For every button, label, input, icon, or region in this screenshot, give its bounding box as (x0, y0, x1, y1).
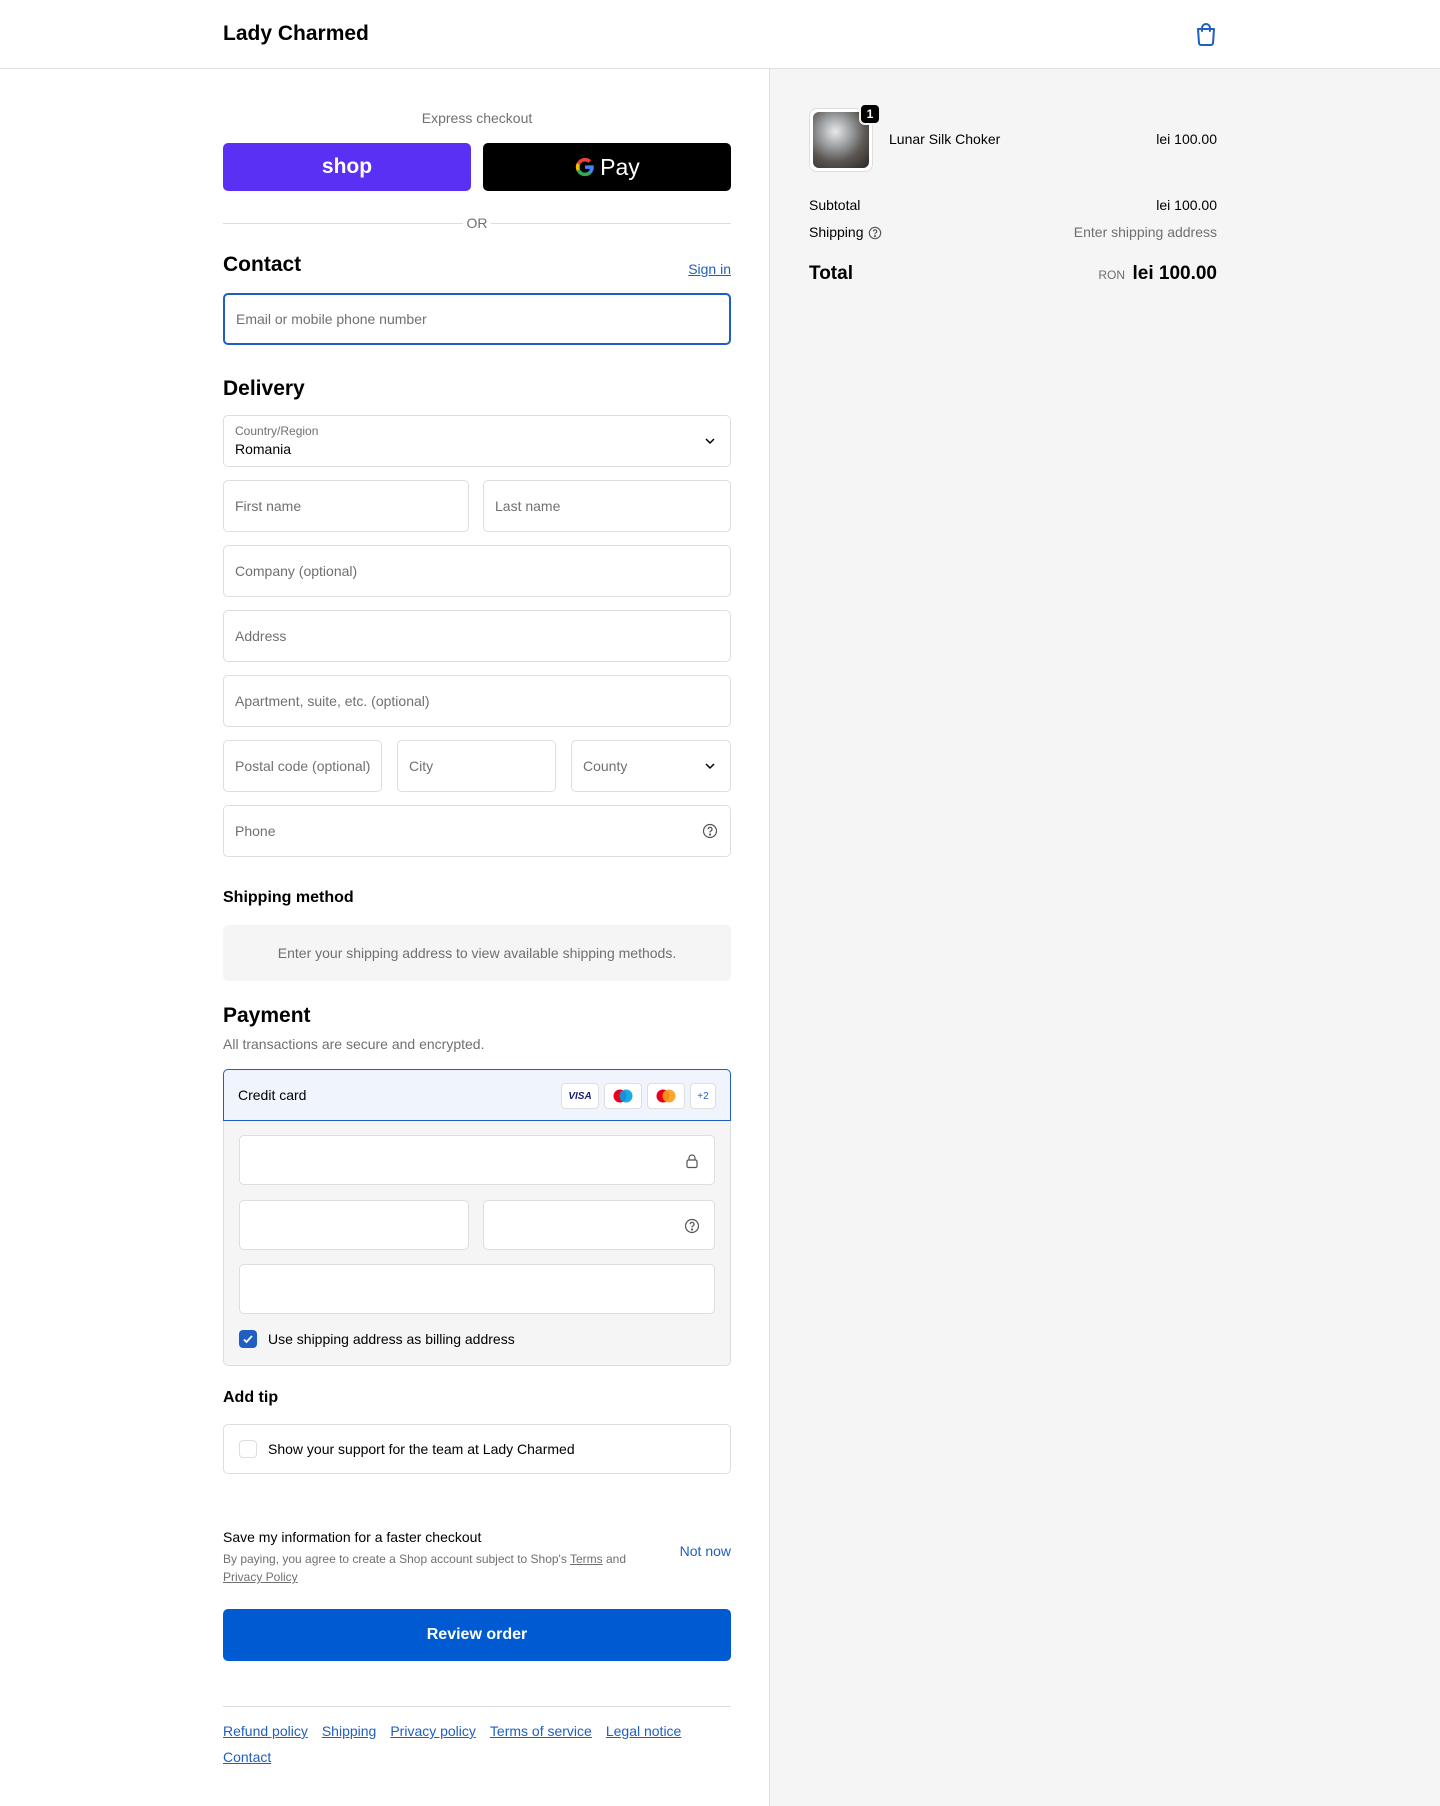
review-order-button[interactable]: Review order (223, 1609, 731, 1661)
visa-icon: VISA (561, 1083, 599, 1109)
refund-policy-link[interactable]: Refund policy (223, 1722, 308, 1740)
tip-option[interactable]: Show your support for the team at Lady C… (223, 1424, 731, 1474)
card-number-field[interactable] (239, 1135, 715, 1185)
county-placeholder: County (583, 758, 628, 774)
total-label: Total (809, 263, 853, 284)
more-cards-badge: +2 (690, 1083, 716, 1109)
chevron-down-icon (705, 438, 715, 445)
google-pay-button[interactable]: Pay (483, 143, 731, 191)
apartment-field[interactable]: Apartment, suite, etc. (optional) (223, 675, 731, 727)
shop-pay-label: shop (321, 155, 373, 178)
google-g-icon (576, 157, 594, 177)
city-field[interactable]: City (397, 740, 556, 792)
shipping-method-heading: Shipping method (223, 889, 354, 906)
country-select[interactable]: Country/Region Romania (223, 415, 731, 467)
or-label: OR (466, 215, 488, 231)
product-name: Lunar Silk Choker (889, 131, 1001, 147)
footer-divider (223, 1706, 731, 1707)
credit-card-label: Credit card (238, 1087, 307, 1103)
apartment-placeholder: Apartment, suite, etc. (optional) (235, 693, 430, 709)
checkmark-icon (243, 1335, 253, 1344)
currency-code: RON (1098, 268, 1125, 282)
add-tip-heading: Add tip (223, 1389, 279, 1406)
city-placeholder: City (409, 758, 434, 774)
legal-notice-link[interactable]: Legal notice (606, 1722, 682, 1740)
footer-links: Refund policy Shipping Privacy policy Te… (223, 1722, 731, 1766)
help-circle-icon[interactable] (684, 1218, 700, 1234)
name-on-card-field[interactable] (239, 1264, 715, 1314)
phone-field[interactable]: Phone (223, 805, 731, 857)
privacy-policy-link[interactable]: Privacy policy (390, 1722, 476, 1740)
mastercard-icon (647, 1083, 685, 1109)
or-divider: OR (223, 215, 731, 231)
email-field[interactable]: Email or mobile phone number (223, 293, 731, 345)
total-value: lei 100.00 (1132, 263, 1217, 284)
shipping-method-notice: Enter your shipping address to view avai… (223, 925, 731, 981)
company-placeholder: Company (optional) (235, 563, 358, 579)
expiration-date-field[interactable] (239, 1200, 469, 1250)
maestro-icon (604, 1083, 642, 1109)
tip-checkbox[interactable] (239, 1440, 257, 1458)
credit-card-form: Use shipping address as billing address (223, 1121, 731, 1366)
shopping-bag-icon[interactable] (1195, 22, 1217, 46)
quantity-badge: 1 (859, 103, 881, 125)
save-info-title: Save my information for a faster checkou… (223, 1529, 482, 1545)
address-field[interactable]: Address (223, 610, 731, 662)
email-placeholder: Email or mobile phone number (236, 311, 427, 327)
sign-in-link[interactable]: Sign in (688, 261, 731, 277)
address-placeholder: Address (235, 628, 287, 644)
help-circle-icon[interactable] (702, 823, 718, 839)
help-circle-icon[interactable] (868, 226, 882, 240)
order-summary-pane (769, 69, 1440, 1806)
country-label: Country/Region (235, 424, 319, 438)
not-now-link[interactable]: Not now (680, 1543, 731, 1559)
shop-pay-button[interactable]: shop (223, 143, 471, 191)
card-logos: VISA +2 (561, 1083, 716, 1109)
express-checkout-label: Express checkout (421, 110, 533, 126)
contact-heading: Contact (223, 253, 302, 276)
billing-same-checkbox[interactable] (239, 1330, 257, 1348)
credit-card-option[interactable]: Credit card VISA +2 (223, 1069, 731, 1121)
shipping-method-message: Enter your shipping address to view avai… (277, 945, 677, 961)
phone-placeholder: Phone (235, 823, 276, 839)
shop-terms-link[interactable]: Terms (570, 1552, 603, 1566)
shipping-policy-link[interactable]: Shipping (322, 1722, 377, 1740)
last-name-field[interactable]: Last name (483, 480, 731, 532)
chevron-down-icon (705, 763, 715, 770)
shipping-value: Enter shipping address (1073, 224, 1217, 240)
lock-icon (686, 1154, 698, 1169)
shop-name[interactable]: Lady Charmed (223, 22, 369, 46)
payment-heading: Payment (223, 1004, 311, 1027)
checkout-header: Lady Charmed (0, 0, 1440, 69)
payment-subtitle: All transactions are secure and encrypte… (223, 1036, 485, 1052)
subtotal-value: lei 100.00 (1156, 197, 1217, 213)
country-value: Romania (235, 441, 292, 457)
delivery-heading: Delivery (223, 377, 305, 400)
shop-privacy-link[interactable]: Privacy Policy (223, 1570, 298, 1584)
terms-of-service-link[interactable]: Terms of service (490, 1722, 592, 1740)
google-pay-label: Pay (600, 153, 640, 180)
first-name-placeholder: First name (235, 498, 302, 514)
tip-label[interactable]: Show your support for the team at Lady C… (268, 1441, 575, 1457)
shipping-row-label: Shipping (809, 224, 882, 240)
contact-link[interactable]: Contact (223, 1748, 271, 1766)
first-name-field[interactable]: First name (223, 480, 469, 532)
subtotal-label: Subtotal (809, 197, 861, 213)
county-select[interactable]: County (571, 740, 731, 792)
last-name-placeholder: Last name (495, 498, 561, 514)
product-price: lei 100.00 (1156, 131, 1217, 147)
save-info-description: By paying, you agree to create a Shop ac… (223, 1552, 626, 1584)
company-field[interactable]: Company (optional) (223, 545, 731, 597)
postal-code-placeholder: Postal code (optional) (235, 758, 371, 774)
security-code-field[interactable] (483, 1200, 715, 1250)
postal-code-field[interactable]: Postal code (optional) (223, 740, 382, 792)
billing-same-label[interactable]: Use shipping address as billing address (268, 1331, 515, 1347)
